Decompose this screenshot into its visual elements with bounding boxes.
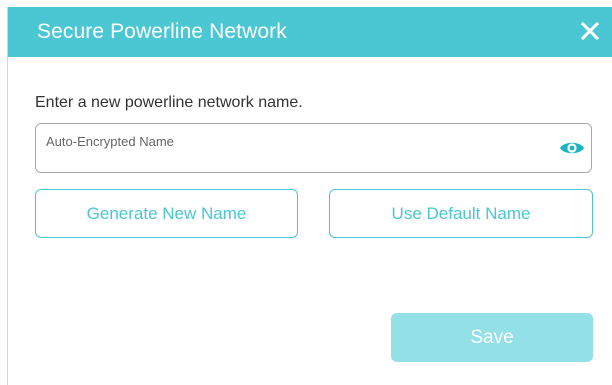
close-icon (580, 21, 600, 41)
close-button[interactable] (575, 16, 605, 46)
save-button[interactable]: Save (391, 313, 593, 362)
network-name-input[interactable] (46, 130, 546, 152)
use-default-name-button[interactable]: Use Default Name (329, 189, 593, 238)
network-name-field[interactable] (35, 123, 592, 173)
show-name-toggle[interactable] (559, 138, 585, 158)
generate-new-name-button[interactable]: Generate New Name (35, 189, 298, 238)
secure-powerline-dialog: Secure Powerline Network Enter a new pow… (7, 7, 612, 385)
dialog-header: Secure Powerline Network (8, 7, 612, 57)
network-name-prompt: Enter a new powerline network name. (35, 94, 303, 111)
eye-icon (560, 142, 584, 154)
dialog-title: Secure Powerline Network (37, 20, 287, 43)
